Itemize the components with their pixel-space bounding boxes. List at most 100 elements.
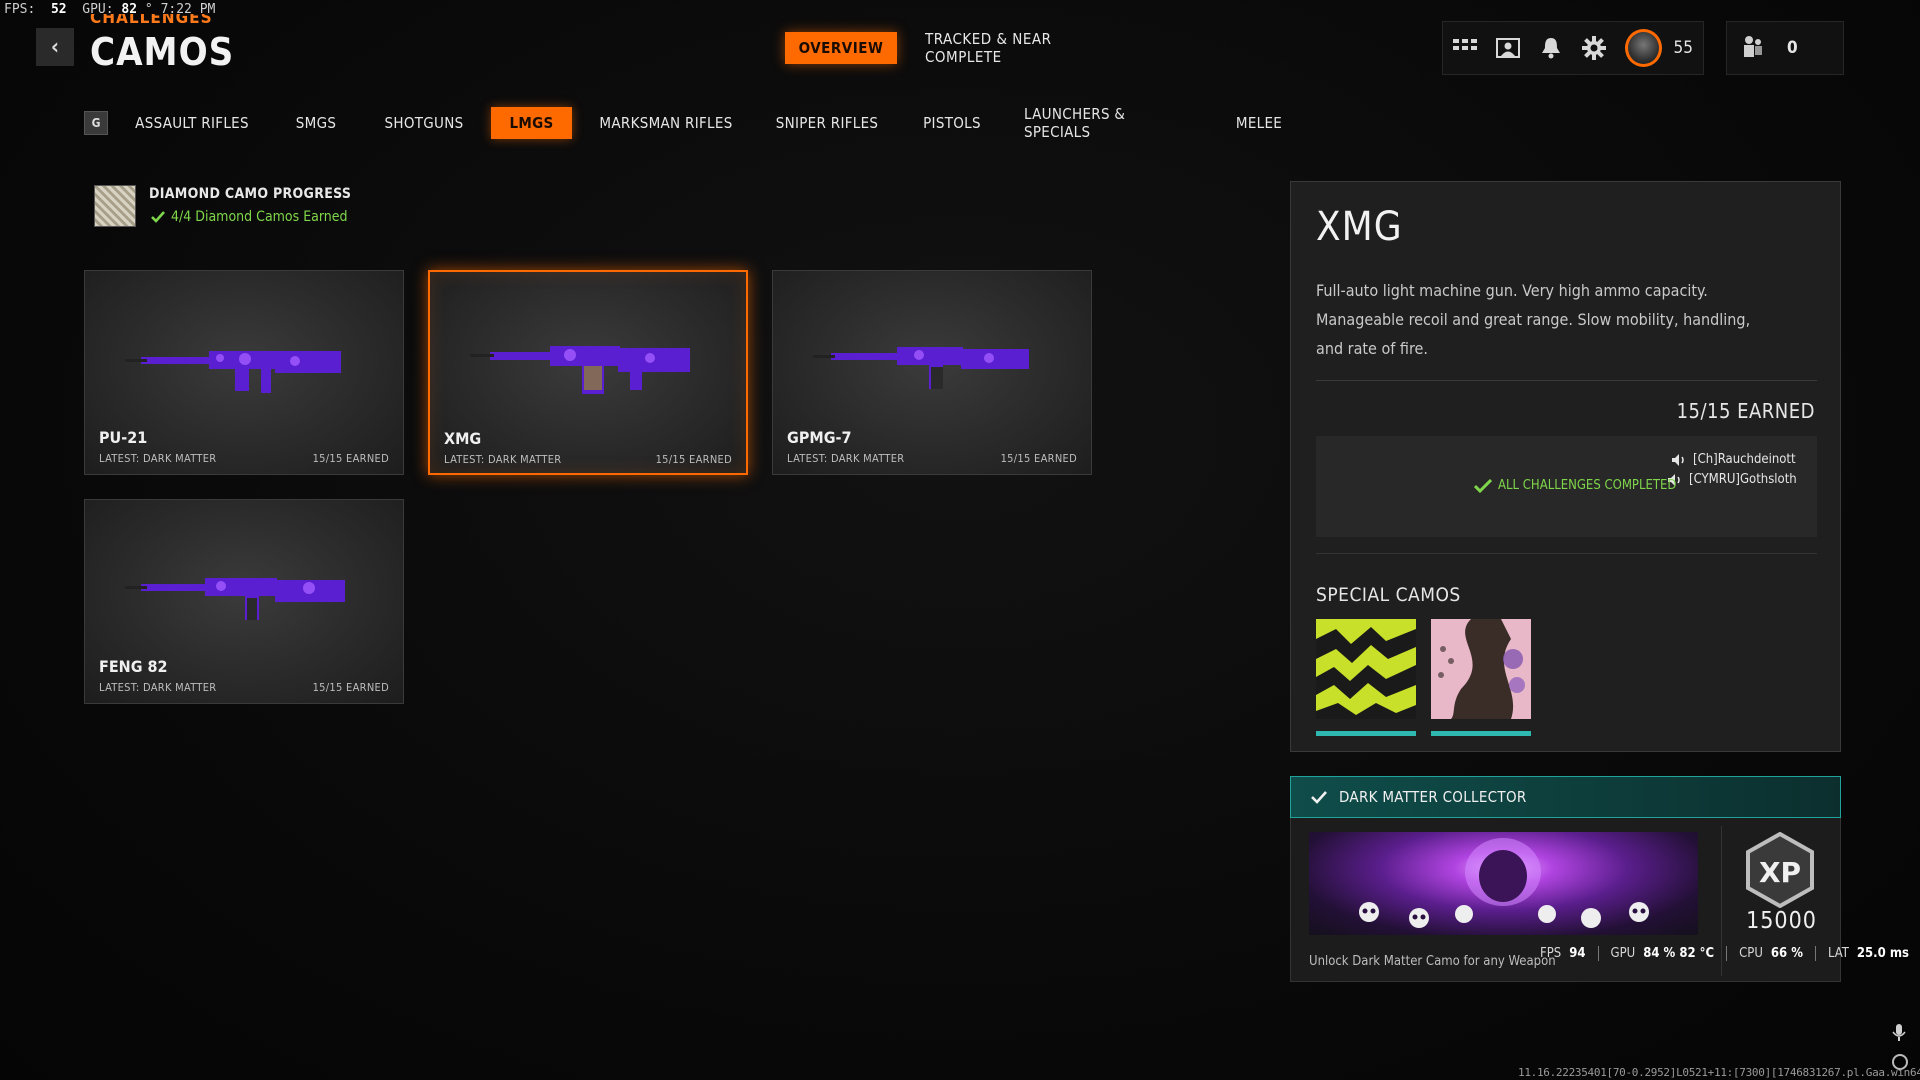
camo-progress-bar bbox=[1431, 731, 1531, 736]
description-line: Full-auto light machine gun. Very high a… bbox=[1316, 281, 1708, 300]
weapon-card-pu-21[interactable]: PU-21 LATEST: DARK MATTER 15/15 EARNED bbox=[84, 270, 404, 475]
challenges-status-text: ALL CHALLENGES COMPLETED bbox=[1498, 478, 1677, 493]
weapon-image-gpmg-7 bbox=[813, 347, 1029, 389]
weapon-image-feng-82 bbox=[125, 578, 345, 620]
reward-description: Unlock Dark Matter Camo for any Weapon bbox=[1309, 954, 1556, 969]
back-button[interactable]: ‹ bbox=[36, 28, 74, 66]
camo-progress-bar bbox=[1316, 731, 1416, 736]
special-camo-pink-snake[interactable] bbox=[1431, 619, 1531, 736]
diamond-progress-text: 4/4 Diamond Camos Earned bbox=[171, 209, 348, 225]
weapon-earned-count: 15/15 EARNED bbox=[1000, 452, 1077, 465]
xp-badge-text: XP bbox=[1759, 856, 1801, 889]
fps-value: 52 bbox=[50, 2, 67, 17]
tab-smgs[interactable]: SMGS bbox=[286, 107, 346, 139]
detail-description: Full-auto light machine gun. Very high a… bbox=[1316, 276, 1786, 363]
perf-fps: FPS 94 bbox=[1528, 946, 1598, 961]
player-level: 55 bbox=[1673, 38, 1693, 58]
weapon-name: PU-21 bbox=[99, 428, 148, 447]
gear-icon[interactable] bbox=[1582, 35, 1607, 61]
xp-badge-icon: XP bbox=[1746, 832, 1814, 908]
checkmark-icon bbox=[1311, 790, 1327, 804]
diamond-camo-thumbnail bbox=[94, 185, 136, 227]
checkmark-icon bbox=[151, 211, 165, 223]
weapon-detail-panel: XMG Full-auto light machine gun. Very hi… bbox=[1290, 181, 1841, 752]
microphone-icon bbox=[1892, 1024, 1906, 1041]
voice-player-name: [CYMRU]Gothsloth bbox=[1689, 472, 1797, 487]
tab-pistols[interactable]: PISTOLS bbox=[916, 107, 988, 139]
weapon-card-xmg[interactable]: XMG LATEST: DARK MATTER 15/15 EARNED bbox=[428, 270, 748, 475]
divider bbox=[1316, 553, 1817, 554]
reward-header[interactable]: DARK MATTER COLLECTOR bbox=[1290, 776, 1841, 818]
page-title: CAMOS bbox=[90, 30, 235, 74]
weapon-name: FENG 82 bbox=[99, 657, 168, 676]
pink-snake-camo-swatch bbox=[1431, 619, 1531, 719]
weapon-latest-camo: LATEST: DARK MATTER bbox=[444, 453, 562, 466]
checkmark-icon bbox=[1474, 478, 1492, 493]
player-hud: 55 bbox=[1442, 21, 1704, 75]
detail-weapon-name: XMG bbox=[1316, 204, 1403, 250]
divider bbox=[1316, 380, 1817, 381]
tab-launchers-specials[interactable]: LAUNCHERS & SPECIALS bbox=[1024, 105, 1194, 141]
perf-cpu-value: 66 % bbox=[1770, 946, 1803, 961]
perf-gpu-value: 84 % 82 °C bbox=[1643, 946, 1715, 961]
diamond-progress-status: 4/4 Diamond Camos Earned bbox=[151, 209, 348, 225]
build-version: 11.16.22235401[70-0.2952]L0521+11:[7300]… bbox=[1518, 1066, 1920, 1079]
perf-cpu: CPU 66 % bbox=[1726, 946, 1815, 961]
bell-icon[interactable] bbox=[1539, 35, 1564, 61]
perf-gpu-label: GPU bbox=[1610, 946, 1636, 961]
weapon-earned-count: 15/15 EARNED bbox=[312, 452, 389, 465]
special-camos-title: SPECIAL CAMOS bbox=[1316, 584, 1461, 606]
weapon-latest-camo: LATEST: DARK MATTER bbox=[99, 452, 217, 465]
weapon-image-xmg bbox=[470, 346, 690, 394]
weapon-latest-camo: LATEST: DARK MATTER bbox=[99, 681, 217, 694]
tab-lmgs[interactable]: LMGS bbox=[491, 107, 572, 139]
tab-overview[interactable]: OVERVIEW bbox=[785, 32, 897, 64]
reward-title: DARK MATTER COLLECTOR bbox=[1339, 788, 1527, 806]
tab-melee[interactable]: MELEE bbox=[1228, 107, 1290, 139]
weapon-card-gpmg-7[interactable]: GPMG-7 LATEST: DARK MATTER 15/15 EARNED bbox=[772, 270, 1092, 475]
weapon-earned-count: 15/15 EARNED bbox=[655, 453, 732, 466]
weapon-card-feng-82[interactable]: FENG 82 LATEST: DARK MATTER 15/15 EARNED bbox=[84, 499, 404, 704]
description-line: and rate of fire. bbox=[1316, 339, 1428, 358]
special-camo-yellow-zebra[interactable] bbox=[1316, 619, 1416, 736]
perf-fps-value: 94 bbox=[1569, 946, 1586, 961]
friends-count: 0 bbox=[1787, 38, 1798, 58]
chevron-left-icon: ‹ bbox=[50, 34, 60, 60]
perf-cpu-label: CPU bbox=[1739, 946, 1763, 961]
key-hint-g: G bbox=[84, 111, 108, 135]
friends-icon bbox=[1741, 34, 1765, 62]
speaker-icon bbox=[1672, 453, 1684, 466]
dark-matter-reward-image bbox=[1309, 832, 1698, 935]
avatar[interactable] bbox=[1624, 29, 1662, 67]
weapon-name: XMG bbox=[444, 429, 482, 448]
tab-tracked-near-complete[interactable]: TRACKED & NEAR COMPLETE bbox=[925, 30, 1125, 66]
friends-button[interactable]: 0 bbox=[1726, 21, 1844, 75]
fps-label: FPS: bbox=[4, 2, 36, 17]
tab-marksman-rifles[interactable]: MARKSMAN RIFLES bbox=[596, 107, 736, 139]
tab-assault-rifles[interactable]: ASSAULT RIFLES bbox=[128, 107, 256, 139]
performance-overlay: FPS 94 GPU 84 % 82 °C CPU 66 % LAT 25.0 ms bbox=[1528, 946, 1920, 961]
challenges-status-box: [Ch]Rauchdeinott [CYMRU]Gothsloth ALL CH… bbox=[1316, 436, 1817, 537]
tab-sniper-rifles[interactable]: SNIPER RIFLES bbox=[774, 107, 880, 139]
perf-lat: LAT 25.0 ms bbox=[1814, 946, 1920, 961]
voice-player-row: [Ch]Rauchdeinott bbox=[1671, 452, 1796, 467]
diamond-progress-title: DIAMOND CAMO PROGRESS bbox=[149, 186, 352, 202]
all-challenges-completed: ALL CHALLENGES COMPLETED bbox=[1474, 478, 1676, 493]
yellow-zebra-camo-swatch bbox=[1316, 619, 1416, 719]
perf-gpu: GPU 84 % 82 °C bbox=[1597, 946, 1727, 961]
weapon-name: GPMG-7 bbox=[787, 428, 852, 447]
weapon-image-pu-21 bbox=[125, 351, 341, 393]
perf-fps-label: FPS bbox=[1540, 946, 1562, 961]
description-line: Manageable recoil and great range. Slow … bbox=[1316, 310, 1751, 329]
weapon-latest-camo: LATEST: DARK MATTER bbox=[787, 452, 905, 465]
voice-player-row: [CYMRU]Gothsloth bbox=[1667, 472, 1797, 487]
xp-amount: 15000 bbox=[1746, 908, 1817, 934]
perf-lat-value: 25.0 ms bbox=[1856, 946, 1909, 961]
detail-earned-count: 15/15 EARNED bbox=[1676, 399, 1815, 423]
weapon-earned-count: 15/15 EARNED bbox=[312, 681, 389, 694]
tab-shotguns[interactable]: SHOTGUNS bbox=[384, 107, 464, 139]
voice-player-name: [Ch]Rauchdeinott bbox=[1693, 452, 1796, 467]
grid-icon[interactable] bbox=[1453, 35, 1478, 61]
id-card-icon[interactable] bbox=[1496, 35, 1521, 61]
perf-lat-label: LAT bbox=[1827, 946, 1849, 961]
